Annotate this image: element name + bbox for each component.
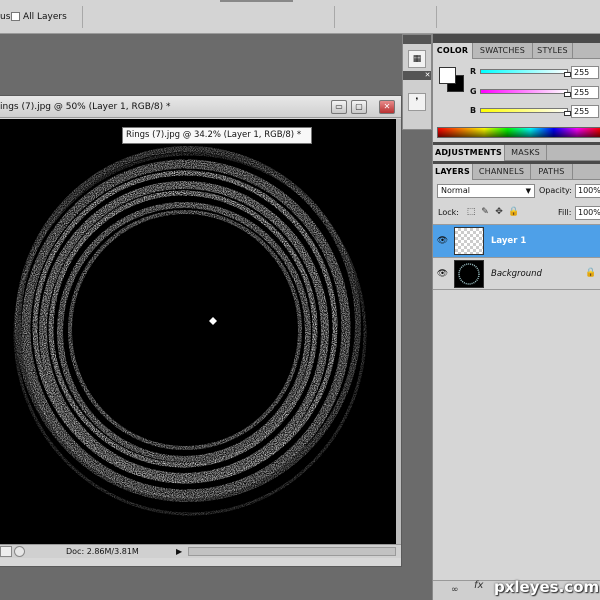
- tab-channels[interactable]: CHANNELS: [473, 164, 531, 180]
- layer-name: Layer 1: [491, 236, 527, 246]
- watermark: pxleyes.com: [494, 578, 600, 596]
- document-window: ings (7).jpg @ 50% (Layer 1, RGB/8) * ▭ …: [0, 95, 402, 567]
- blend-mode-value: Normal: [441, 186, 470, 195]
- photoshop-workspace: us All Layers ings (7).jpg @ 50% (Layer …: [0, 0, 600, 600]
- tab-layers[interactable]: LAYERS: [433, 164, 473, 180]
- layer-name: Background: [491, 269, 542, 279]
- brush-preset-icon[interactable]: ❜: [408, 93, 426, 111]
- blue-slider[interactable]: [480, 108, 571, 116]
- visibility-eye-icon[interactable]: 👁: [436, 267, 449, 281]
- red-slider-thumb[interactable]: [564, 72, 571, 77]
- opacity-input[interactable]: 100%: [575, 184, 600, 198]
- options-separator: [334, 6, 335, 28]
- options-bar-accent: [220, 0, 293, 2]
- green-value[interactable]: 255: [571, 86, 599, 99]
- layer-row-layer-1[interactable]: 👁 Layer 1: [433, 224, 600, 257]
- background-thumbnail-rings: [458, 263, 480, 285]
- options-bar: us All Layers: [0, 0, 600, 34]
- all-layers-checkbox[interactable]: [11, 12, 20, 21]
- visibility-eye-icon[interactable]: 👁: [436, 234, 449, 248]
- layer-thumbnail: [454, 227, 484, 255]
- status-bar: Doc: 2.86M/3.81M ▶: [0, 544, 401, 558]
- options-separator: [82, 6, 83, 28]
- blue-value[interactable]: 255: [571, 105, 599, 118]
- maximize-button[interactable]: ▢: [351, 100, 367, 114]
- add-layer-style-button[interactable]: fx: [474, 580, 483, 591]
- lock-transparency-icon[interactable]: ⬚: [466, 207, 476, 217]
- lock-position-icon[interactable]: ✥: [494, 207, 504, 217]
- tab-swatches[interactable]: SWATCHES: [473, 43, 533, 59]
- status-menu-arrow-icon[interactable]: ▶: [176, 547, 182, 556]
- vertical-scrollbar[interactable]: [396, 119, 401, 544]
- red-value[interactable]: 255: [571, 66, 599, 79]
- horizontal-scrollbar[interactable]: [188, 547, 396, 556]
- opacity-label: Opacity:: [539, 186, 572, 195]
- document-canvas[interactable]: [0, 119, 396, 544]
- zoom-field[interactable]: [0, 546, 12, 557]
- all-layers-label: All Layers: [23, 12, 67, 22]
- foreground-swatch[interactable]: [439, 67, 456, 84]
- layers-panel-tabs: LAYERS CHANNELS PATHS: [433, 164, 600, 180]
- tab-adjustments[interactable]: ADJUSTMENTS: [433, 145, 505, 161]
- mini-panel-strip: ▦ ✕ ❜: [402, 34, 432, 130]
- close-button[interactable]: ✕: [379, 100, 395, 114]
- sample-mode-label: us: [0, 12, 11, 22]
- status-info-icon[interactable]: [14, 546, 25, 557]
- green-slider-thumb[interactable]: [564, 92, 571, 97]
- dock-header[interactable]: [433, 34, 600, 43]
- document-tooltip: Rings (7).jpg @ 34.2% (Layer 1, RGB/8) *: [122, 127, 312, 144]
- rings-group: [13, 146, 367, 516]
- blend-mode-select[interactable]: Normal ▼: [437, 184, 535, 198]
- blue-slider-thumb[interactable]: [564, 111, 571, 116]
- strip-close-icon[interactable]: ✕: [423, 71, 432, 80]
- red-label: R: [470, 67, 477, 76]
- brush-cursor: [209, 317, 217, 325]
- tab-masks[interactable]: MASKS: [505, 145, 547, 161]
- document-titlebar[interactable]: ings (7).jpg @ 50% (Layer 1, RGB/8) * ▭ …: [0, 96, 401, 118]
- blue-label: B: [470, 106, 477, 115]
- options-separator: [436, 6, 437, 28]
- fill-label: Fill:: [558, 208, 572, 217]
- fill-input[interactable]: 100%: [575, 206, 600, 220]
- lock-icon: 🔒: [585, 268, 597, 278]
- tab-color[interactable]: COLOR: [433, 43, 473, 59]
- layer-row-background[interactable]: 👁 Background 🔒: [433, 257, 600, 290]
- mini-bridge-icon[interactable]: ▦: [408, 50, 426, 68]
- lock-all-icon[interactable]: 🔒: [508, 207, 519, 217]
- chevron-down-icon: ▼: [525, 187, 531, 195]
- adjustments-panel-tabs: ADJUSTMENTS MASKS: [433, 145, 600, 161]
- green-label: G: [470, 87, 477, 96]
- minimize-button[interactable]: ▭: [331, 100, 347, 114]
- lock-pixels-icon[interactable]: ✎: [480, 207, 490, 217]
- link-layers-icon[interactable]: ∞: [451, 585, 459, 595]
- tab-styles[interactable]: STYLES: [533, 43, 573, 59]
- green-slider[interactable]: [480, 89, 571, 97]
- lock-label: Lock:: [438, 208, 459, 217]
- right-panel-dock: COLOR SWATCHES STYLES R 255 G 255 B 255 …: [432, 34, 600, 600]
- document-title: ings (7).jpg @ 50% (Layer 1, RGB/8) *: [0, 102, 171, 112]
- color-panel-tabs: COLOR SWATCHES STYLES: [433, 43, 600, 59]
- doc-size: Doc: 2.86M/3.81M: [66, 547, 139, 556]
- strip-header[interactable]: [403, 35, 431, 44]
- red-slider[interactable]: [480, 69, 571, 77]
- tab-paths[interactable]: PATHS: [531, 164, 573, 180]
- rings-artwork: [13, 146, 367, 516]
- color-spectrum-bar[interactable]: [437, 127, 600, 138]
- layer-thumbnail: [454, 260, 484, 288]
